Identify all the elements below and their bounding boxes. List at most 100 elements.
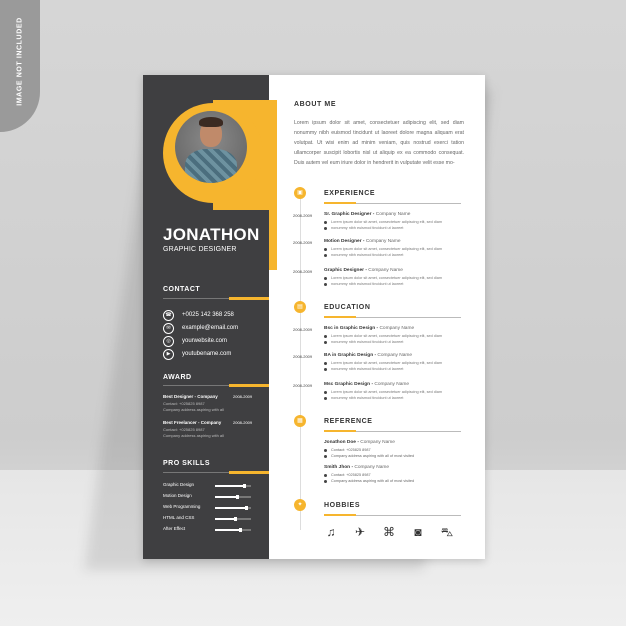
- edu-3-bullet-1: Lorem ipsum dolor sit amet, consectetuer…: [324, 390, 442, 394]
- contact-accent: [229, 297, 269, 300]
- skill-2-label: Motion Design: [163, 493, 192, 498]
- camera-icon: ◙: [414, 525, 422, 539]
- exp-1-bullet-1: Lorem ipsum dolor sit amet, consectetuer…: [324, 220, 442, 224]
- skill-1-label: Graphic Design: [163, 482, 195, 487]
- award-1-date: 2008-2009: [233, 394, 253, 399]
- contact-youtube[interactable]: ▶ youtubename.com: [163, 348, 232, 360]
- edu-3-title: Msc Graphic Design - Company Name: [324, 382, 410, 387]
- timeline-line: [300, 195, 301, 530]
- exp-1-title: Sr. Graphic Designer - Company Name: [324, 212, 411, 217]
- watermark-tab: IMAGE NOT INCLUDED: [0, 0, 40, 132]
- exp-3-title: Graphic Designer - Company Name: [324, 268, 403, 273]
- skill-2-fill: [215, 496, 237, 498]
- skill-3-knob: [245, 506, 248, 510]
- edu-2-date: 2008-2009: [293, 354, 313, 359]
- exp-3-date: 2008-2009: [293, 269, 313, 274]
- edu-1-date: 2008-2009: [293, 327, 313, 332]
- car-icon: ⛍: [440, 525, 454, 539]
- edu-3-date: 2008-2009: [293, 383, 313, 388]
- edu-2-bullet-2: nonummy nibh euismod tincidunt ut laoree…: [324, 367, 403, 371]
- reference-title: REFERENCE: [324, 418, 373, 425]
- hobbies-title: HOBBIES: [324, 502, 361, 509]
- edu-3-bullet-2: nonummy nibh euismod tincidunt ut laoree…: [324, 396, 403, 400]
- contact-email[interactable]: ✉ example@email.com: [163, 322, 239, 334]
- experience-title: EXPERIENCE: [324, 190, 376, 197]
- contact-title: CONTACT: [163, 286, 201, 293]
- ref-2-address: Company address aspiring with all of mos…: [324, 479, 414, 483]
- skill-5-bar: [215, 528, 251, 532]
- ref-1-address: Company address aspiring with all of mos…: [324, 454, 414, 458]
- music-icon: ♫: [326, 525, 336, 539]
- skill-3-label: Web Programming: [163, 504, 201, 509]
- gamepad-icon: ⌘: [383, 525, 395, 539]
- award-1-address: Company address aspiring with all: [163, 407, 224, 412]
- award-1-contact: Contact: +025825 8987: [163, 401, 205, 406]
- edu-1-title: Bsc in Graphic Design - Company Name: [324, 326, 415, 331]
- ref-2-name: Smith Jhon - Company Name: [324, 465, 390, 470]
- email-icon: ✉: [163, 322, 174, 334]
- lightbulb-icon: ✦: [294, 499, 306, 511]
- skill-3-bar: [215, 506, 251, 510]
- award-accent: [229, 384, 269, 387]
- resume-page: JONATHON GRAPHIC DESIGNER CONTACT ☎ +002…: [143, 75, 485, 559]
- education-title: EDUCATION: [324, 304, 371, 311]
- exp-1-bullet-2: nonummy nibh euismod tincidunt ut laoree…: [324, 226, 403, 230]
- edu-2-bullet-1: Lorem ipsum dolor sit amet, consectetuer…: [324, 361, 442, 365]
- experience-accent: [324, 202, 356, 204]
- watermark-text: IMAGE NOT INCLUDED: [16, 17, 24, 106]
- photo-hair: [199, 117, 223, 127]
- contact-phone[interactable]: ☎ +0025 142 368 258: [163, 309, 234, 321]
- exp-2-date: 2008-2009: [293, 240, 313, 245]
- edu-2-title: BA in Graphic Design - Company Name: [324, 353, 413, 358]
- skills-title: PRO SKILLS: [163, 460, 211, 467]
- candidate-role: GRAPHIC DESIGNER: [163, 246, 237, 253]
- contact-email-text: example@email.com: [182, 325, 239, 331]
- contact-youtube-text: youtubename.com: [182, 351, 232, 357]
- exp-3-bullet-2: nonummy nibh euismod tincidunt ut laoree…: [324, 282, 403, 286]
- graduation-cap-icon: ▤: [294, 301, 306, 313]
- photo-body: [185, 149, 237, 183]
- phone-icon: ☎: [163, 309, 174, 321]
- exp-3-bullet-1: Lorem ipsum dolor sit amet, consectetuer…: [324, 276, 442, 280]
- contact-website[interactable]: ◎ yourwebsite.com: [163, 335, 228, 347]
- exp-1-date: 2008-2009: [293, 213, 313, 218]
- skill-5-knob: [239, 528, 242, 532]
- ref-1-name: Jonathon Doe - Company Name: [324, 440, 395, 445]
- award-2-date: 2008-2009: [233, 420, 253, 425]
- award-2-address: Company address aspiring with all: [163, 433, 224, 438]
- skill-2-knob: [236, 495, 239, 499]
- reference-accent: [324, 430, 356, 432]
- briefcase-icon: ▣: [294, 187, 306, 199]
- profile-photo: [175, 111, 247, 183]
- hobbies-accent: [324, 514, 356, 516]
- contact-phone-text: +0025 142 368 258: [182, 312, 234, 318]
- award-2-title: Best Freelancer - Company: [163, 420, 222, 425]
- about-title: ABOUT ME: [294, 101, 337, 108]
- contact-website-text: yourwebsite.com: [182, 338, 228, 344]
- hobby-icons: ♫ ✈ ⌘ ◙ ⛍: [324, 525, 454, 539]
- skills-accent: [229, 471, 269, 474]
- reference-icon: ▦: [294, 415, 306, 427]
- skill-1-bar: [215, 484, 251, 488]
- ref-2-phone: Contact: +025825 8987: [324, 473, 371, 477]
- youtube-icon: ▶: [163, 348, 174, 360]
- plane-icon: ✈: [354, 525, 366, 539]
- skill-4-label: HTML and CSS: [163, 515, 195, 520]
- edu-1-bullet-1: Lorem ipsum dolor sit amet, consectetuer…: [324, 334, 442, 338]
- candidate-name: JONATHON: [163, 225, 260, 244]
- skill-4-bar: [215, 517, 251, 521]
- exp-2-title: Motion Designer - Company Name: [324, 239, 401, 244]
- edu-1-bullet-2: nonummy nibh euismod tincidunt ut laoree…: [324, 340, 403, 344]
- award-2-contact: Contact: +025825 8987: [163, 427, 205, 432]
- globe-icon: ◎: [163, 335, 174, 347]
- skill-3-fill: [215, 507, 246, 509]
- skill-2-bar: [215, 495, 251, 499]
- skill-1-fill: [215, 485, 244, 487]
- ref-1-phone: Contact: +025825 8987: [324, 448, 371, 452]
- exp-2-bullet-1: Lorem ipsum dolor sit amet, consectetuer…: [324, 247, 442, 251]
- award-1-title: Best Designer - Company: [163, 394, 218, 399]
- skill-5-label: After Effect: [163, 526, 186, 531]
- exp-2-bullet-2: nonummy nibh euismod tincidunt ut laoree…: [324, 253, 403, 257]
- skill-4-fill: [215, 518, 235, 520]
- education-accent: [324, 316, 356, 318]
